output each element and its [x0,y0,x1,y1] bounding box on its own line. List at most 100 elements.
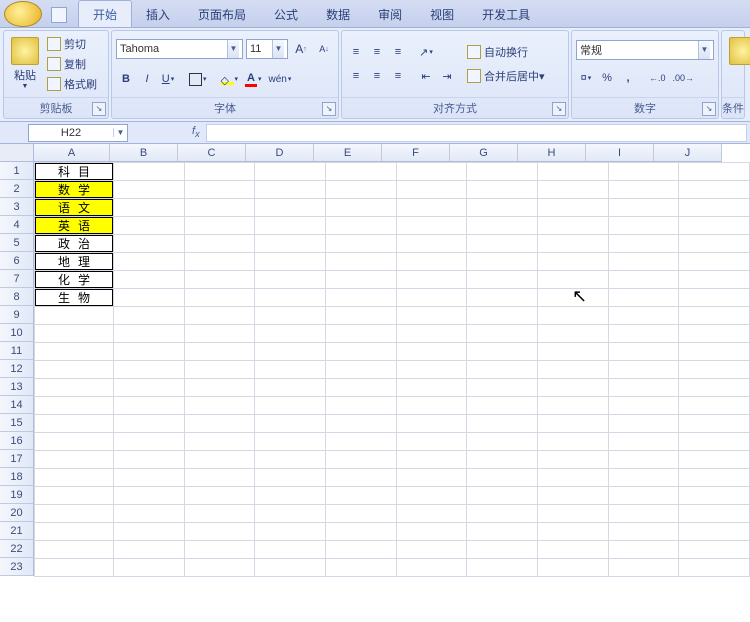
cell[interactable] [113,199,184,217]
cell[interactable] [184,307,255,325]
cell[interactable] [679,559,750,577]
cell[interactable] [467,289,538,307]
cell[interactable] [113,181,184,199]
cell[interactable] [537,307,608,325]
cell[interactable] [396,469,467,487]
cell[interactable] [325,325,396,343]
align-center-button[interactable]: ≡ [367,66,387,86]
cell[interactable] [679,181,750,199]
cell[interactable] [467,397,538,415]
copy-button[interactable]: 复制 [43,54,101,74]
cell[interactable] [537,343,608,361]
column-header[interactable]: B [110,144,178,162]
shrink-font-button[interactable]: A↓ [314,39,334,59]
cell[interactable] [184,271,255,289]
cell[interactable] [608,199,679,217]
cell[interactable] [396,541,467,559]
cell[interactable] [396,559,467,577]
cell[interactable] [467,325,538,343]
cell-grid[interactable]: ↖ 科目数学语文英语政治地理化学生物 [34,162,750,621]
cell[interactable] [325,289,396,307]
cell[interactable] [537,397,608,415]
cell[interactable] [35,487,114,505]
clipboard-dialog-launcher[interactable]: ↘ [92,102,106,116]
cell[interactable] [679,505,750,523]
cell[interactable] [679,541,750,559]
row-header[interactable]: 12 [0,360,34,378]
cell[interactable] [113,253,184,271]
cell[interactable] [35,325,114,343]
cell[interactable] [608,523,679,541]
column-header[interactable]: A [34,144,110,162]
cell[interactable] [325,271,396,289]
cell[interactable] [467,379,538,397]
cell[interactable] [608,415,679,433]
cell[interactable] [679,163,750,181]
cell[interactable] [113,415,184,433]
name-box[interactable]: H22 ▼ [28,124,128,142]
row-header[interactable]: 6 [0,252,34,270]
cell[interactable] [608,559,679,577]
cell[interactable] [325,361,396,379]
cell[interactable] [679,217,750,235]
cell[interactable] [608,379,679,397]
cell[interactable] [325,235,396,253]
tab-page-layout[interactable]: 页面布局 [184,1,260,27]
cell[interactable] [325,541,396,559]
cell[interactable] [255,559,326,577]
cell[interactable] [113,397,184,415]
fx-icon[interactable]: fx [192,125,200,139]
cell[interactable] [467,415,538,433]
row-header[interactable]: 11 [0,342,34,360]
column-header[interactable]: J [654,144,722,162]
orientation-button[interactable]: ↗▾ [416,42,436,62]
cell[interactable] [35,559,114,577]
cell[interactable] [608,541,679,559]
cell[interactable] [467,271,538,289]
cell[interactable] [325,523,396,541]
font-color-button[interactable]: A▾ [242,69,264,89]
cell[interactable] [537,325,608,343]
tab-home[interactable]: 开始 [78,0,132,27]
cell[interactable] [113,343,184,361]
font-size-combo[interactable]: 11▼ [246,39,288,59]
cell[interactable] [608,271,679,289]
cell[interactable] [608,505,679,523]
cell[interactable] [467,505,538,523]
tab-view[interactable]: 视图 [416,1,468,27]
cell[interactable] [113,289,184,307]
cell[interactable] [679,253,750,271]
cell[interactable] [325,433,396,451]
cell[interactable] [679,199,750,217]
cell[interactable] [396,271,467,289]
italic-button[interactable]: I [137,69,157,89]
row-header[interactable]: 10 [0,324,34,342]
cell[interactable] [255,271,326,289]
cell[interactable] [184,487,255,505]
cell[interactable] [184,433,255,451]
cell[interactable] [255,361,326,379]
cell[interactable] [537,217,608,235]
cell[interactable] [608,217,679,235]
formula-input[interactable] [206,124,747,142]
cell[interactable] [325,469,396,487]
cell[interactable] [184,235,255,253]
cell[interactable] [679,469,750,487]
cell[interactable] [35,397,114,415]
cell[interactable] [467,235,538,253]
cell[interactable] [679,397,750,415]
cell[interactable] [113,307,184,325]
cell[interactable] [396,181,467,199]
cell[interactable] [255,415,326,433]
cell[interactable] [113,325,184,343]
cell[interactable] [255,487,326,505]
cell[interactable] [396,163,467,181]
cell[interactable] [679,343,750,361]
row-header[interactable]: 21 [0,522,34,540]
cell[interactable] [325,181,396,199]
cell[interactable] [325,451,396,469]
cell[interactable] [113,523,184,541]
column-header[interactable]: C [178,144,246,162]
cell[interactable] [608,325,679,343]
cell[interactable] [255,217,326,235]
